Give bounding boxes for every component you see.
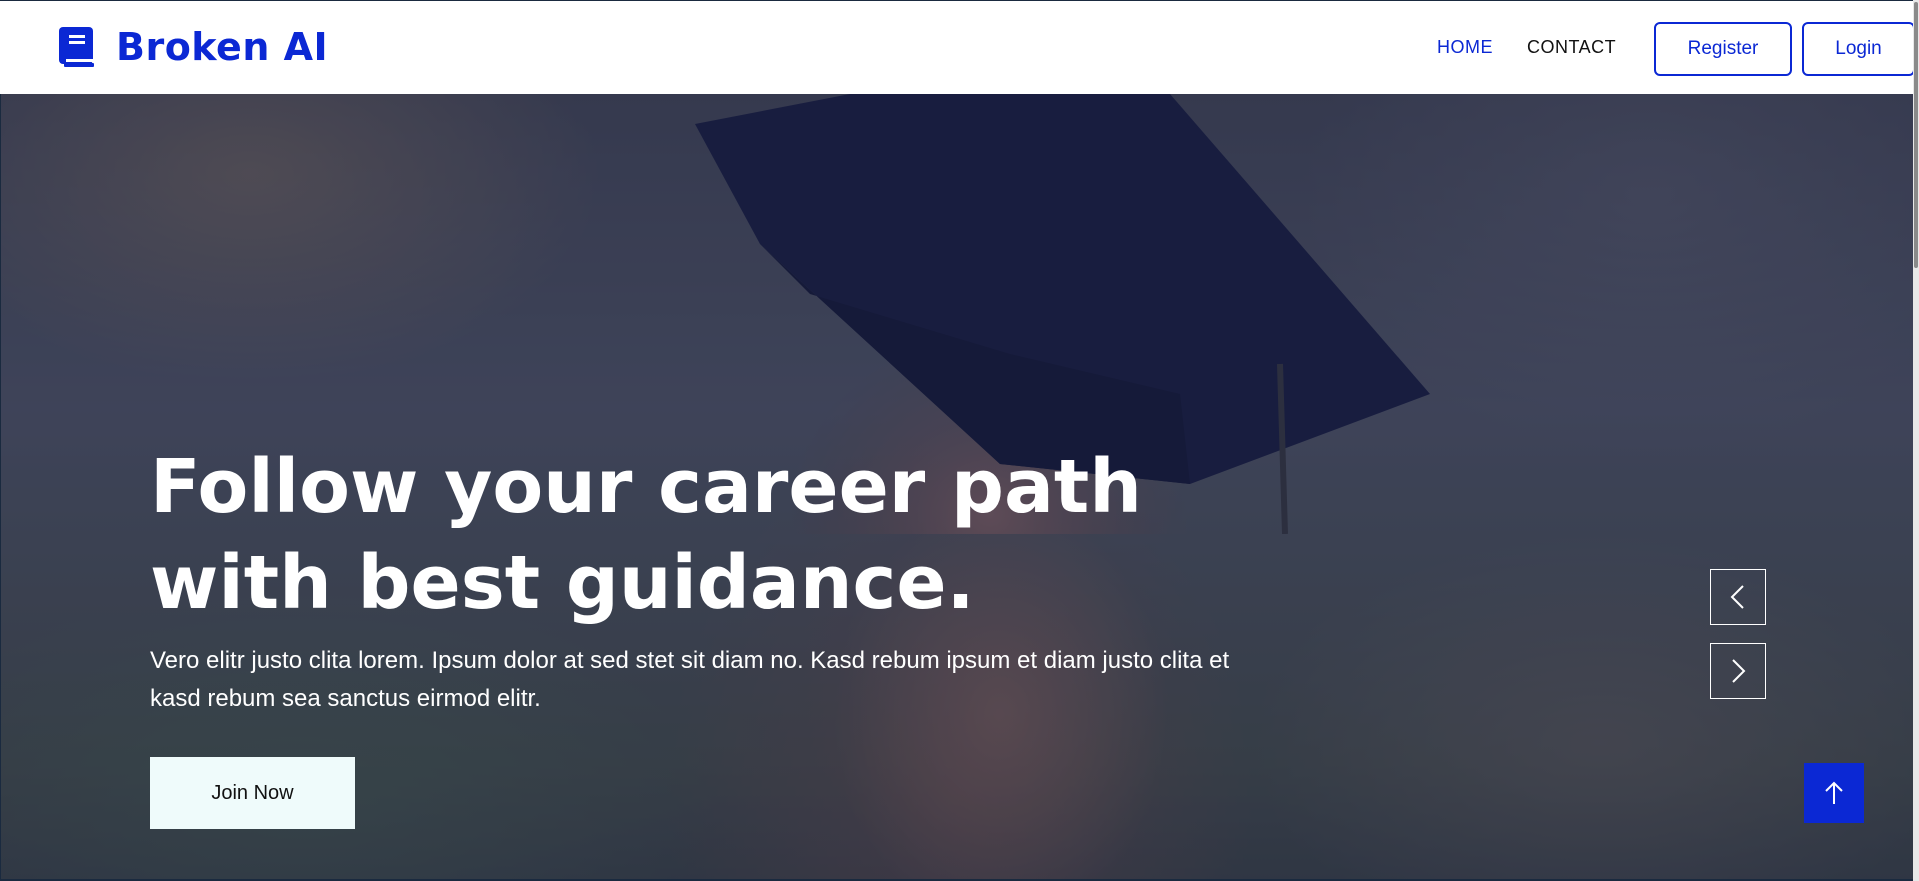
carousel-prev-button[interactable] (1710, 569, 1766, 625)
nav-contact-link[interactable]: CONTACT (1527, 37, 1616, 58)
chevron-left-icon (1730, 585, 1744, 609)
register-button[interactable]: Register (1654, 22, 1792, 76)
navbar: Broken AI HOME CONTACT Register Login (0, 0, 1919, 94)
join-now-button[interactable]: Join Now (150, 757, 355, 829)
brand-name: Broken AI (116, 25, 329, 69)
carousel-next-button[interactable] (1710, 643, 1766, 699)
nav-home-link[interactable]: HOME (1437, 37, 1493, 58)
login-button[interactable]: Login (1802, 22, 1915, 76)
back-to-top-button[interactable] (1804, 763, 1864, 823)
arrow-up-icon (1825, 781, 1843, 804)
hero-carousel: Follow your career path with best guidan… (0, 94, 1919, 881)
page-scrollbar[interactable] (1913, 0, 1919, 881)
hero-title: Follow your career path with best guidan… (150, 444, 1142, 626)
hero-description: Vero elitr justo clita lorem. Ipsum dolo… (150, 647, 1230, 712)
chevron-right-icon (1732, 659, 1746, 683)
scrollbar-thumb[interactable] (1914, 2, 1918, 268)
book-icon (59, 27, 94, 67)
brand-logo[interactable]: Broken AI (58, 25, 328, 69)
window-frame-left (0, 94, 1, 881)
